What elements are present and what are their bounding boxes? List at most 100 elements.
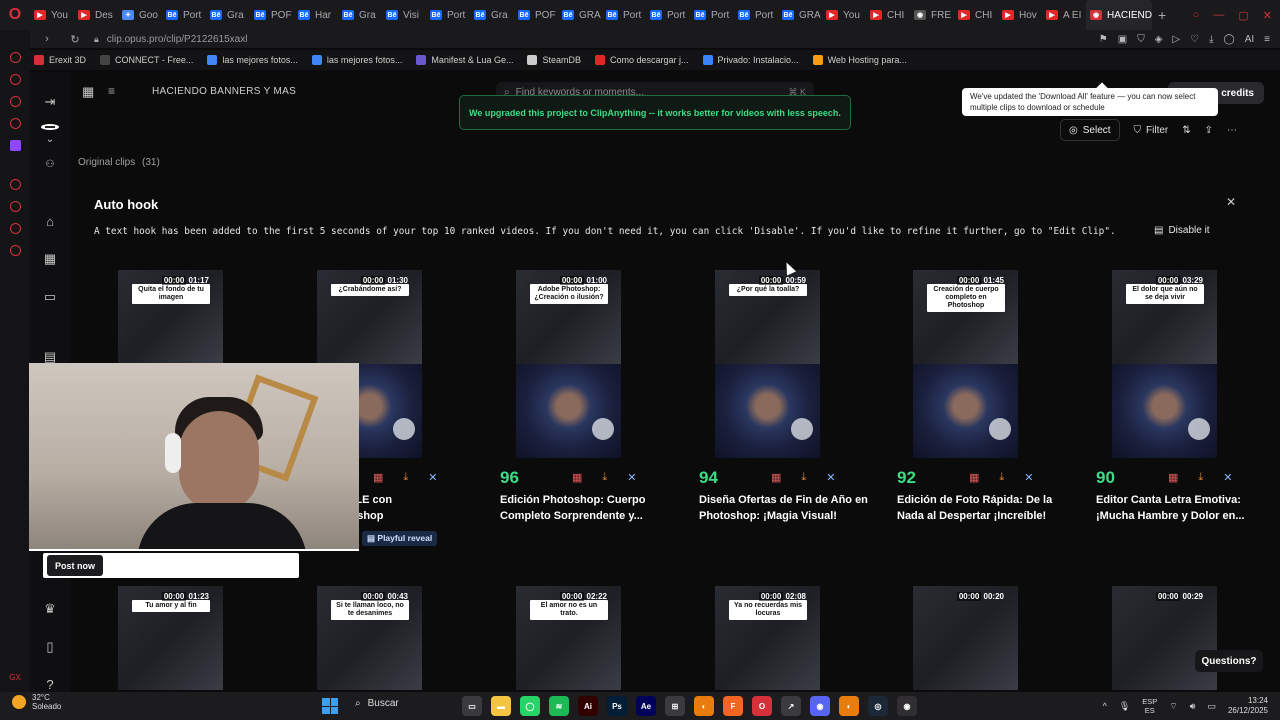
clip-title[interactable]: Edición Photoshop: Cuerpo Completo Sorpr…	[500, 492, 675, 524]
apps-icon[interactable]: ▦	[42, 251, 58, 267]
file-explorer-icon[interactable]: ▬	[491, 696, 511, 716]
tab-15[interactable]: Bē Port	[690, 0, 734, 30]
calendar-icon[interactable]: ▦	[771, 471, 781, 484]
clip-thumbnail[interactable]: El dolor que aún no se deja vivir 00:00 …	[1112, 270, 1217, 458]
x-share-icon[interactable]: ✕	[826, 471, 835, 484]
chevron-down-icon[interactable]: ⌄	[42, 134, 58, 145]
snapshot-icon[interactable]: ▣	[1118, 34, 1127, 45]
tab-20[interactable]: ◉ FRE	[910, 0, 954, 30]
tab-0[interactable]: ▶ You	[30, 0, 74, 30]
url-field[interactable]: clip.opus.pro/clip/P2122615xaxl	[107, 34, 248, 45]
close-icon[interactable]: ✕	[1226, 195, 1236, 209]
rail-icon-1[interactable]	[9, 52, 21, 63]
download-icon[interactable]: ⤓	[403, 471, 408, 484]
discord-icon[interactable]: ◉	[810, 696, 830, 716]
help-icon[interactable]: ?	[42, 677, 58, 692]
bookmark-item[interactable]: las mejores fotos...	[311, 55, 402, 65]
fusion-icon[interactable]: F	[723, 696, 743, 716]
photoshop-icon[interactable]: Ps	[607, 696, 627, 716]
profile-icon[interactable]: ◯	[1224, 34, 1235, 45]
clip-thumbnail[interactable]: 00:00 00:29	[1112, 586, 1217, 690]
tab-23[interactable]: ▶ A EI	[1042, 0, 1086, 30]
blender2-icon[interactable]: ◐	[839, 696, 859, 716]
tab-18[interactable]: ▶ You	[822, 0, 866, 30]
new-tab-button[interactable]: +	[1152, 7, 1172, 23]
x-share-icon[interactable]: ✕	[627, 471, 636, 484]
reload-icon[interactable]: ↻	[66, 33, 84, 46]
tab-7[interactable]: Bē Gra	[338, 0, 382, 30]
chevron-up-icon[interactable]: ^	[1103, 701, 1107, 711]
bookmark-icon[interactable]: ⚑	[1099, 34, 1108, 45]
bookmark-item[interactable]: Manifest & Lua Ge...	[416, 55, 513, 65]
disable-autohook-button[interactable]: ▤ Disable it	[1154, 225, 1210, 236]
tab-9[interactable]: Bē Port	[426, 0, 470, 30]
blender-icon[interactable]: ◐	[694, 696, 714, 716]
tab-21[interactable]: ▶ CHI	[954, 0, 998, 30]
clip-title[interactable]: Editor Canta Letra Emotiva: ¡Mucha Hambr…	[1096, 492, 1271, 524]
x-share-icon[interactable]: ✕	[1223, 471, 1232, 484]
clip-thumbnail[interactable]: Ya no recuerdas mis locuras 00:00 02:08	[715, 586, 820, 690]
extensions-icon[interactable]	[9, 223, 21, 234]
download-icon[interactable]: ⤓	[1209, 34, 1213, 45]
rail-icon-4[interactable]	[9, 118, 21, 129]
feather-icon[interactable]: ↗	[781, 696, 801, 716]
avatar[interactable]	[41, 124, 59, 130]
bookmark-item[interactable]: SteamDB	[527, 55, 581, 65]
clip-thumbnail[interactable]: Creación de cuerpo completo en Photoshop…	[913, 270, 1018, 458]
grid-view-icon[interactable]: ▦	[82, 84, 94, 100]
crown-icon[interactable]: ♛	[42, 601, 58, 617]
opera-logo-icon[interactable]: O	[0, 0, 30, 30]
clip-title[interactable]: Edición de Foto Rápida: De la Nada al De…	[897, 492, 1072, 524]
bookmark-item[interactable]: Privado: Instalacio...	[702, 55, 799, 65]
tab-22[interactable]: ▶ Hov	[998, 0, 1042, 30]
tab-17[interactable]: Bē GRA	[778, 0, 822, 30]
bookmark-item[interactable]: las mejores fotos...	[207, 55, 298, 65]
bookmark-item[interactable]: Como descargar j...	[594, 55, 689, 65]
tab-2[interactable]: ✦ Goo	[118, 0, 162, 30]
heart-icon[interactable]: ♡	[1190, 34, 1199, 45]
x-share-icon[interactable]: ✕	[428, 471, 437, 484]
mic-icon[interactable]: 🎙︎	[1119, 701, 1130, 712]
clock[interactable]: 13:24 26/12/2025	[1228, 696, 1268, 716]
clip-thumbnail[interactable]: El amor no es un trato. 00:00 02:22	[516, 586, 621, 690]
tab-active[interactable]: ◉ HACIEND	[1086, 0, 1152, 30]
ai-icon[interactable]: AI	[1245, 34, 1254, 45]
tab-11[interactable]: Bē POF	[514, 0, 558, 30]
gx-icon[interactable]: GX	[9, 673, 21, 682]
bookmark-item[interactable]: Web Hosting para...	[812, 55, 907, 65]
search-tabs-icon[interactable]: ○	[1193, 9, 1200, 21]
store-icon[interactable]: ⊞	[665, 696, 685, 716]
clip-thumbnail[interactable]: 00:00 00:20	[913, 586, 1018, 690]
tab-8[interactable]: Bē Visi	[382, 0, 426, 30]
download-icon[interactable]: ⤓	[801, 471, 806, 484]
folder-icon[interactable]: ▭	[42, 289, 58, 305]
list-view-icon[interactable]: ≡	[108, 84, 115, 98]
obs-icon[interactable]: ◉	[897, 696, 917, 716]
steam-icon[interactable]: ◎	[868, 696, 888, 716]
task-view-icon[interactable]: ▭	[462, 696, 482, 716]
tab-3[interactable]: Bē Port	[162, 0, 206, 30]
rail-icon-2[interactable]	[9, 74, 21, 85]
windows-start-icon[interactable]	[322, 698, 338, 714]
bookmark-item[interactable]: Erexit 3D	[34, 55, 86, 65]
rail-icon-3[interactable]	[9, 96, 21, 107]
download-icon[interactable]: ⤓	[602, 471, 607, 484]
after-effects-icon[interactable]: Ae	[636, 696, 656, 716]
x-share-icon[interactable]: ✕	[1024, 471, 1033, 484]
tab-10[interactable]: Bē Gra	[470, 0, 514, 30]
collapse-sidebar-icon[interactable]: ⇥	[42, 94, 58, 110]
shield-icon[interactable]: ⛉	[1137, 34, 1145, 45]
calendar-icon[interactable]: ▦	[1168, 471, 1178, 484]
bookmark-item[interactable]: CONNECT - Free...	[100, 55, 193, 65]
forward-icon[interactable]: ›	[38, 33, 56, 45]
language-indicator[interactable]: ESP ES	[1142, 697, 1157, 715]
tab-5[interactable]: Bē POF	[250, 0, 294, 30]
twitch-icon[interactable]	[9, 140, 21, 151]
spotify-icon[interactable]: ≋	[549, 696, 569, 716]
tab-1[interactable]: ▶ Des	[74, 0, 118, 30]
book-icon[interactable]: ▯	[42, 639, 58, 655]
download-icon[interactable]: ⤓	[1198, 471, 1203, 484]
add-user-icon[interactable]: ⚇	[42, 159, 58, 170]
download-icon[interactable]: ⤓	[999, 471, 1004, 484]
home-icon[interactable]: ⌂	[42, 214, 58, 229]
